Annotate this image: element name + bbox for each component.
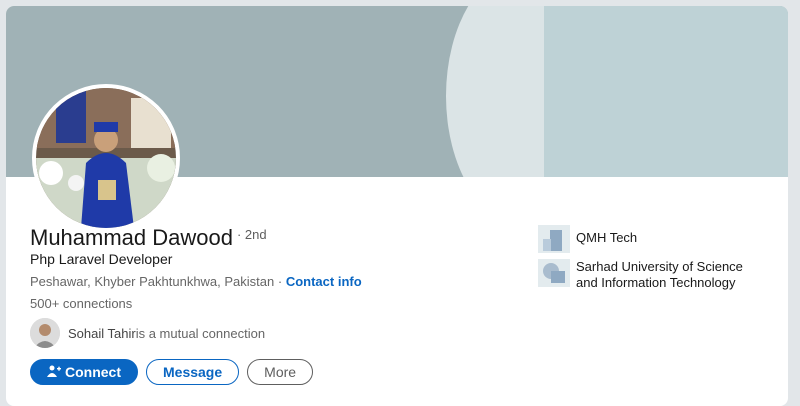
profile-headline: Php Laravel Developer — [30, 251, 173, 267]
org-company[interactable]: QMH Tech — [538, 225, 637, 253]
more-button[interactable]: More — [247, 359, 314, 385]
mutual-connection-name[interactable]: Sohail Tahir — [68, 326, 136, 341]
profile-photo-image — [36, 88, 176, 228]
school-logo-icon — [538, 259, 570, 287]
mutual-connection-text: is a mutual connection — [135, 325, 266, 341]
connect-button[interactable]: Connect — [30, 359, 138, 385]
org-school-name: Sarhad University of Science and Informa… — [576, 259, 743, 290]
connect-button-label: Connect — [65, 364, 121, 380]
location-separator: · — [274, 274, 286, 289]
person-icon — [30, 318, 60, 348]
name-row: Muhammad Dawood · 2nd — [30, 225, 267, 251]
message-button[interactable]: Message — [146, 359, 240, 385]
company-logo-icon — [538, 225, 570, 253]
banner-shape — [544, 6, 788, 177]
profile-card: Muhammad Dawood · 2nd Php Laravel Develo… — [6, 6, 788, 406]
contact-info-link[interactable]: Contact info — [286, 274, 362, 289]
mutual-connection[interactable]: Sohail Tahir is a mutual connection — [30, 318, 265, 348]
location-row: Peshawar, Khyber Pakhtunkhwa, Pakistan ·… — [30, 274, 362, 289]
profile-actions: Connect Message More — [30, 359, 314, 385]
add-person-icon — [47, 365, 61, 380]
profile-location: Peshawar, Khyber Pakhtunkhwa, Pakistan — [30, 274, 275, 289]
connections-count: 500+ connections — [30, 296, 133, 311]
profile-photo[interactable] — [32, 84, 180, 232]
connection-degree: · 2nd — [236, 227, 267, 242]
org-company-name: QMH Tech — [576, 230, 638, 245]
profile-name: Muhammad Dawood — [30, 225, 233, 250]
mutual-avatar — [30, 318, 60, 348]
org-school[interactable]: Sarhad University of Science and Informa… — [538, 259, 766, 291]
